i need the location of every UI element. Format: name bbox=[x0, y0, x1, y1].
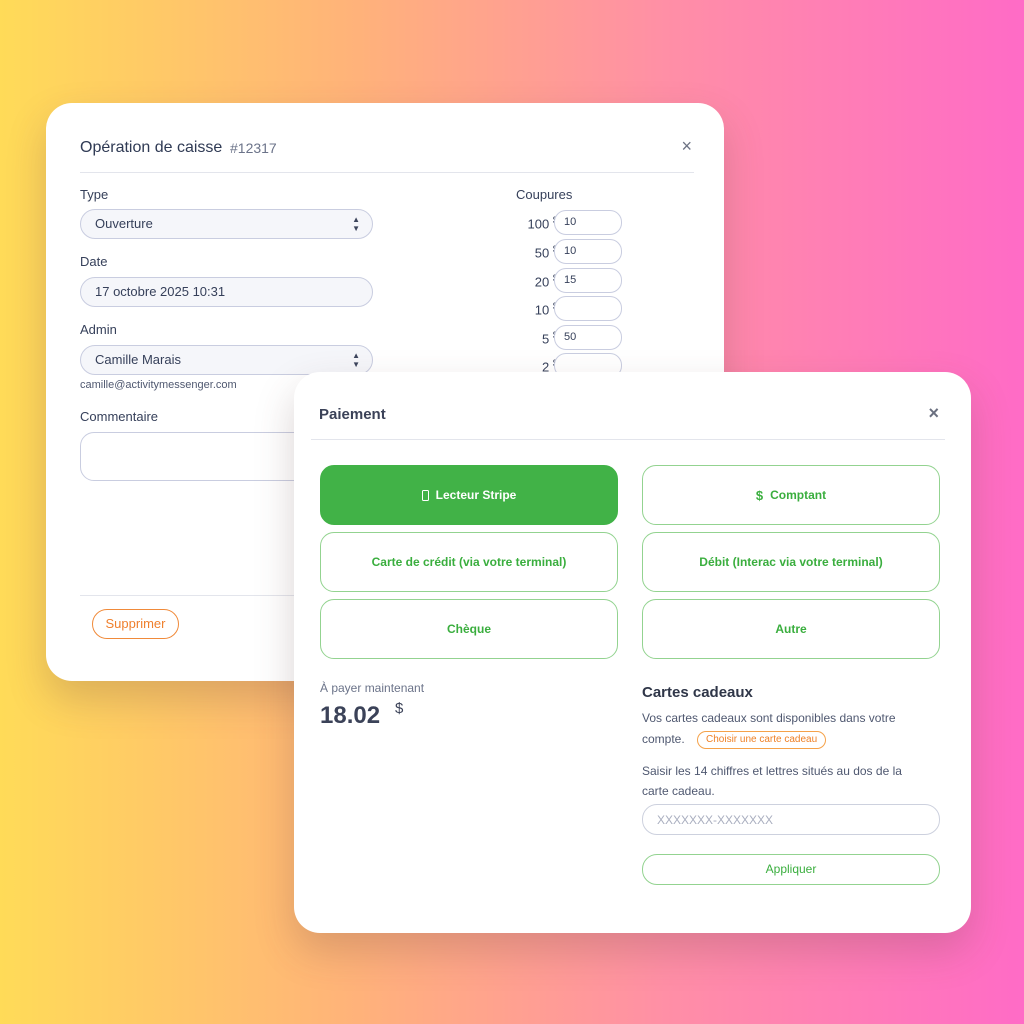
denomination-input[interactable]: 15 bbox=[554, 268, 622, 293]
other-label: Autre bbox=[775, 622, 807, 636]
amount-due-label: À payer maintenant bbox=[320, 681, 425, 695]
cash-operation-header: Opération de caisse #12317 × bbox=[80, 137, 694, 173]
apply-gift-card-button[interactable]: Appliquer bbox=[642, 854, 940, 885]
type-label: Type bbox=[80, 187, 109, 202]
choose-gift-card-button[interactable]: Choisir une carte cadeau bbox=[697, 731, 827, 749]
select-arrows-icon: ▲ ▼ bbox=[352, 351, 360, 369]
denomination-input[interactable]: 10 bbox=[554, 210, 622, 235]
admin-select[interactable]: Camille Marais ▲ ▼ bbox=[80, 345, 373, 375]
cash-button[interactable]: $ Comptant bbox=[642, 465, 940, 525]
credit-card-label: Carte de crédit (via votre terminal) bbox=[371, 555, 567, 569]
payment-header: Paiement × bbox=[311, 404, 945, 440]
denomination-row: 50 $ x 10 bbox=[476, 239, 676, 265]
coupures-title: Coupures bbox=[516, 187, 573, 202]
dialog-title: Opération de caisse bbox=[80, 139, 223, 156]
denomination-row: 20 $ x 15 bbox=[476, 268, 676, 294]
other-button[interactable]: Autre bbox=[642, 599, 940, 659]
cheque-button[interactable]: Chèque bbox=[320, 599, 618, 659]
date-value: 17 octobre 2025 10:31 bbox=[95, 284, 226, 299]
admin-value: Camille Marais bbox=[95, 352, 181, 367]
type-value: Ouverture bbox=[95, 216, 153, 231]
denomination-input[interactable]: 50 bbox=[554, 325, 622, 350]
gift-cards-available-text: Vos cartes cadeaux sont disponibles dans… bbox=[642, 711, 896, 725]
denomination-row: 100 $ x 10 bbox=[476, 210, 676, 236]
gift-card-code-input[interactable] bbox=[642, 804, 940, 835]
denomination-input[interactable] bbox=[554, 296, 622, 321]
gift-card-instructions-2: carte cadeau. bbox=[642, 784, 715, 798]
comment-label: Commentaire bbox=[80, 409, 159, 424]
stripe-reader-label: Lecteur Stripe bbox=[435, 488, 517, 502]
delete-button[interactable]: Supprimer bbox=[92, 609, 179, 639]
close-icon[interactable]: × bbox=[928, 404, 939, 422]
gift-card-instructions: Saisir les 14 chiffres et lettres situés… bbox=[642, 764, 902, 778]
denomination-input[interactable]: 10 bbox=[554, 239, 622, 264]
date-input[interactable]: 17 octobre 2025 10:31 bbox=[80, 277, 373, 307]
date-label: Date bbox=[80, 254, 108, 269]
debit-button[interactable]: Débit (Interac via votre terminal) bbox=[642, 532, 940, 592]
admin-email: camille@activitymessenger.com bbox=[80, 379, 237, 391]
payment-dialog: Paiement × Lecteur Stripe $ Comptant Car… bbox=[294, 372, 971, 933]
gift-cards-available-text-2: compte. bbox=[642, 732, 685, 746]
dialog-title: Paiement bbox=[319, 406, 386, 423]
dollar-icon: $ bbox=[755, 487, 764, 503]
credit-card-button[interactable]: Carte de crédit (via votre terminal) bbox=[320, 532, 618, 592]
denomination-row: 10 $ x bbox=[476, 296, 676, 322]
type-select[interactable]: Ouverture ▲ ▼ bbox=[80, 209, 373, 239]
cheque-label: Chèque bbox=[446, 622, 491, 636]
select-arrows-icon: ▲ ▼ bbox=[352, 215, 360, 233]
denomination-row: 5 $ x 50 bbox=[476, 325, 676, 351]
amount-due-value: 18.02 bbox=[320, 702, 381, 729]
admin-label: Admin bbox=[80, 322, 117, 337]
cash-label: Comptant bbox=[770, 488, 827, 502]
close-icon[interactable]: × bbox=[681, 137, 692, 155]
gift-cards-title: Cartes cadeaux bbox=[642, 684, 753, 701]
phone-icon bbox=[421, 489, 429, 501]
amount-due-currency: $ bbox=[395, 700, 404, 717]
stripe-reader-button[interactable]: Lecteur Stripe bbox=[320, 465, 618, 525]
debit-label: Débit (Interac via votre terminal) bbox=[699, 555, 883, 569]
operation-number: #12317 bbox=[230, 140, 277, 156]
